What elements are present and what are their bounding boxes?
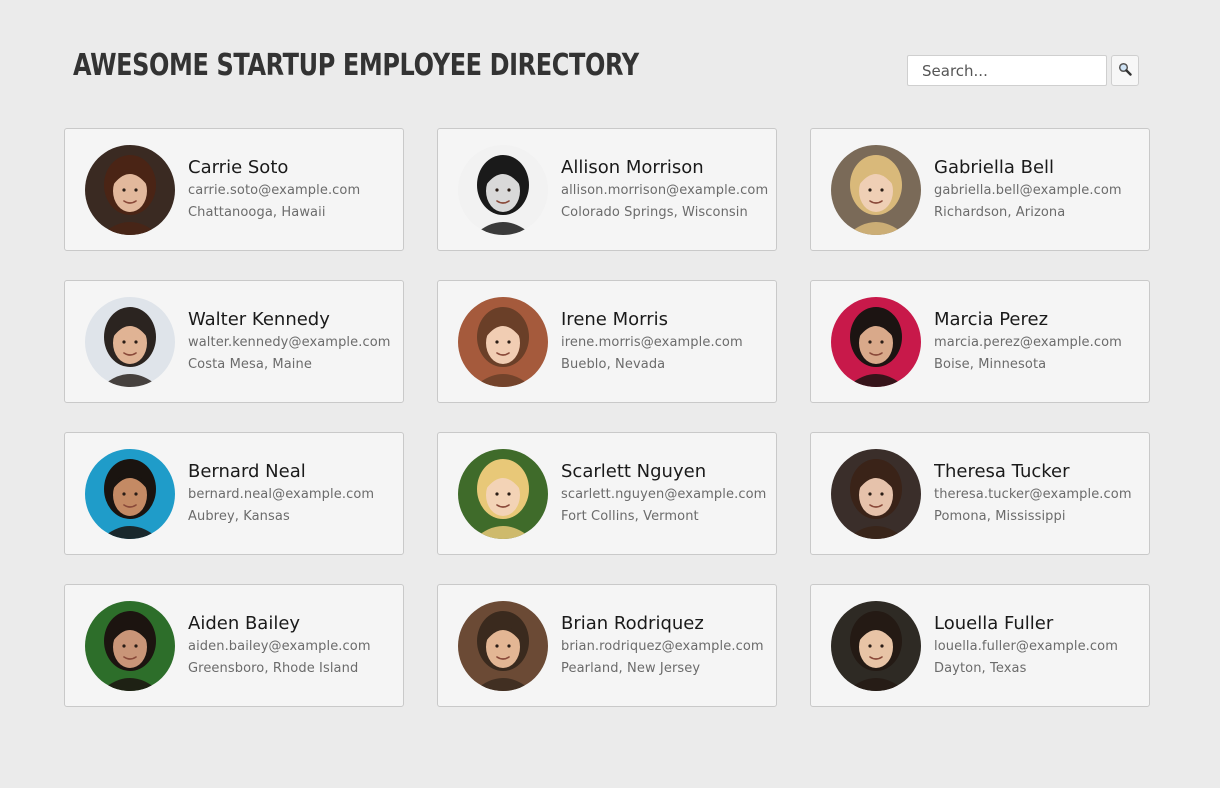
employee-location: Fort Collins, Vermont [561, 508, 699, 524]
employee-name: Irene Morris [561, 308, 668, 330]
magnifier-icon [1118, 62, 1132, 79]
employee-card[interactable]: Bernard Neal bernard.neal@example.com Aubr… [64, 432, 404, 555]
employee-info: Theresa Tucker theresa.tucker@example.com… [934, 460, 1132, 528]
search-form [907, 55, 1139, 86]
employee-info: Carrie Soto carrie.soto@example.com Chatta… [188, 156, 360, 224]
employee-email: brian.rodriquez@example.com [561, 638, 764, 654]
avatar [831, 144, 921, 235]
employee-card[interactable]: Brian Rodriquez brian.rodriquez@example.c… [437, 584, 777, 707]
employee-location: Pomona, Mississippi [934, 508, 1066, 524]
employee-info: Gabriella Bell gabriella.bell@example.com… [934, 156, 1122, 224]
employee-name: Scarlett Nguyen [561, 460, 707, 482]
employee-info: Louella Fuller louella.fuller@example.com… [934, 612, 1118, 680]
employee-name: Brian Rodriquez [561, 612, 704, 634]
employee-info: Brian Rodriquez brian.rodriquez@example.c… [561, 612, 764, 680]
employee-email: gabriella.bell@example.com [934, 182, 1122, 198]
employee-email: louella.fuller@example.com [934, 638, 1118, 654]
employee-location: Pearland, New Jersey [561, 660, 701, 676]
employee-card[interactable]: Louella Fuller louella.fuller@example.com… [810, 584, 1150, 707]
employee-info: Aiden Bailey aiden.bailey@example.com Gree… [188, 612, 371, 680]
employee-location: Richardson, Arizona [934, 204, 1066, 220]
employee-email: irene.morris@example.com [561, 334, 743, 350]
employee-card[interactable]: Walter Kennedy walter.kennedy@example.com… [64, 280, 404, 403]
employee-email: marcia.perez@example.com [934, 334, 1122, 350]
page-title: Awesome Startup Employee Directory [73, 48, 639, 83]
employee-grid: Carrie Soto carrie.soto@example.com Chatta… [64, 128, 1150, 707]
employee-card[interactable]: Gabriella Bell gabriella.bell@example.com… [810, 128, 1150, 251]
employee-card[interactable]: Scarlett Nguyen scarlett.nguyen@example.c… [437, 432, 777, 555]
employee-location: Boise, Minnesota [934, 356, 1047, 372]
avatar [831, 296, 921, 387]
employee-name: Gabriella Bell [934, 156, 1055, 178]
employee-name: Louella Fuller [934, 612, 1054, 634]
employee-location: Aubrey, Kansas [188, 508, 290, 524]
employee-card[interactable]: Carrie Soto carrie.soto@example.com Chatta… [64, 128, 404, 251]
employee-location: Greensboro, Rhode Island [188, 660, 359, 676]
employee-location: Chattanooga, Hawaii [188, 204, 326, 220]
employee-email: bernard.neal@example.com [188, 486, 375, 502]
employee-email: aiden.bailey@example.com [188, 638, 371, 654]
avatar [85, 296, 175, 387]
employee-location: Costa Mesa, Maine [188, 356, 312, 372]
employee-info: Marcia Perez marcia.perez@example.com Bois… [934, 308, 1122, 376]
avatar [831, 600, 921, 691]
employee-location: Bueblo, Nevada [561, 356, 666, 372]
employee-name: Carrie Soto [188, 156, 289, 178]
employee-email: theresa.tucker@example.com [934, 486, 1132, 502]
employee-name: Walter Kennedy [188, 308, 330, 330]
employee-location: Colorado Springs, Wisconsin [561, 204, 748, 220]
employee-card[interactable]: Theresa Tucker theresa.tucker@example.com… [810, 432, 1150, 555]
employee-location: Dayton, Texas [934, 660, 1027, 676]
employee-email: allison.morrison@example.com [561, 182, 769, 198]
employee-info: Irene Morris irene.morris@example.com Bueb… [561, 308, 743, 376]
employee-name: Marcia Perez [934, 308, 1049, 330]
employee-name: Aiden Bailey [188, 612, 301, 634]
avatar [85, 144, 175, 235]
avatar [458, 144, 548, 235]
employee-name: Allison Morrison [561, 156, 704, 178]
employee-name: Theresa Tucker [934, 460, 1070, 482]
employee-info: Bernard Neal bernard.neal@example.com Aubr… [188, 460, 374, 528]
avatar [458, 600, 548, 691]
employee-name: Bernard Neal [188, 460, 306, 482]
avatar [85, 600, 175, 691]
avatar [831, 448, 921, 539]
employee-card[interactable]: Marcia Perez marcia.perez@example.com Bois… [810, 280, 1150, 403]
employee-info: Walter Kennedy walter.kennedy@example.com… [188, 308, 391, 376]
employee-email: scarlett.nguyen@example.com [561, 486, 767, 502]
avatar [458, 296, 548, 387]
employee-card[interactable]: Irene Morris irene.morris@example.com Bueb… [437, 280, 777, 403]
avatar [85, 448, 175, 539]
employee-info: Allison Morrison allison.morrison@example… [561, 156, 768, 224]
search-button[interactable] [1111, 55, 1139, 86]
employee-card[interactable]: Aiden Bailey aiden.bailey@example.com Gree… [64, 584, 404, 707]
employee-card[interactable]: Allison Morrison allison.morrison@example… [437, 128, 777, 251]
employee-info: Scarlett Nguyen scarlett.nguyen@example.c… [561, 460, 766, 528]
employee-email: walter.kennedy@example.com [188, 334, 391, 350]
employee-email: carrie.soto@example.com [188, 182, 361, 198]
search-input[interactable] [907, 55, 1107, 86]
avatar [458, 448, 548, 539]
